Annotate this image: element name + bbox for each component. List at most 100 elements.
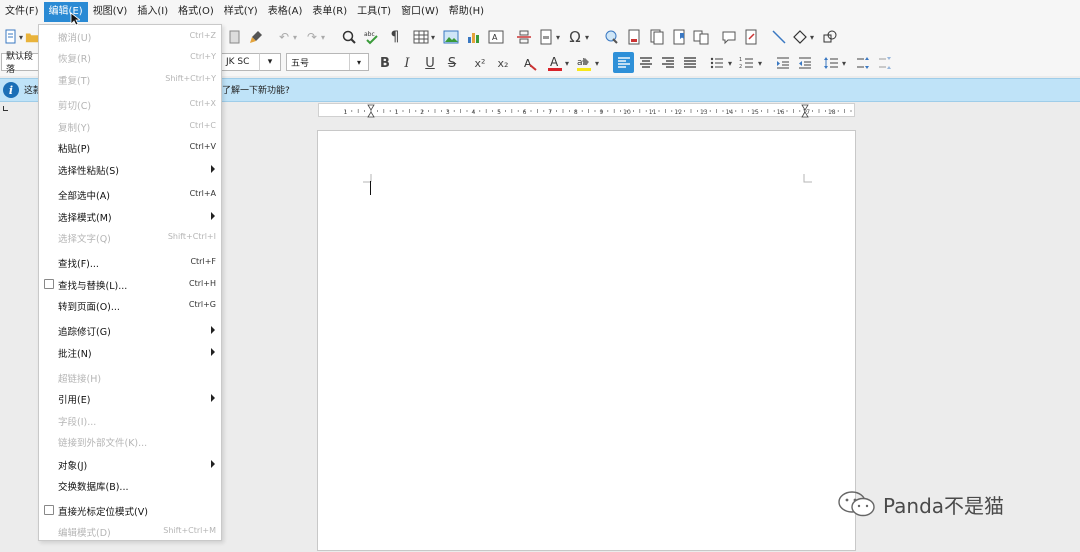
underline-icon[interactable]: U xyxy=(421,54,439,72)
paragraph-style-box[interactable]: 默认段落 xyxy=(1,52,41,75)
ruler-tick-label: 16 xyxy=(777,109,785,116)
insert-table-icon[interactable] xyxy=(412,28,430,46)
menu-item-1[interactable]: 编辑(E) xyxy=(43,2,88,22)
line-spacing-icon[interactable] xyxy=(822,54,840,72)
ruler-tick-label: 11 xyxy=(649,109,657,116)
insert-footnote-icon[interactable] xyxy=(625,28,643,46)
edit-menu-item[interactable]: 交换数据库(B)... xyxy=(39,475,221,495)
submenu-arrow-icon xyxy=(211,460,215,468)
align-right-icon[interactable] xyxy=(659,54,677,72)
formatting-marks-pilcrow-icon[interactable]: ¶ xyxy=(386,28,404,46)
insert-line-icon[interactable] xyxy=(770,28,788,46)
highlighting-dropdown-chevron-icon[interactable]: ▾ xyxy=(593,54,601,72)
edit-menu-item-label: 引用(E) xyxy=(58,395,91,406)
insert-cross-reference-icon[interactable] xyxy=(692,28,710,46)
insert-endnote-icon[interactable] xyxy=(648,28,666,46)
decrease-indent-icon[interactable] xyxy=(796,54,814,72)
edit-menu-item[interactable]: 对象(J) xyxy=(39,454,221,474)
justify-icon[interactable] xyxy=(681,54,699,72)
edit-menu-item[interactable]: 查找与替换(L)... Ctrl+H xyxy=(39,274,221,294)
edit-menu-item[interactable]: 全部选中(A) Ctrl+A xyxy=(39,184,221,204)
menu-item-10[interactable]: 帮助(H) xyxy=(444,2,489,22)
table-dropdown-chevron-icon[interactable]: ▾ xyxy=(429,28,437,46)
horizontal-ruler[interactable]: 1 1 2 3 4 5 6 7 8 9 10 11 12 13 14 15 16 17 18 xyxy=(318,103,855,118)
insert-bookmark-icon[interactable] xyxy=(670,28,688,46)
menu-item-3[interactable]: 插入(I) xyxy=(132,2,173,22)
field-dropdown-chevron-icon[interactable]: ▾ xyxy=(554,28,562,46)
align-left-icon[interactable] xyxy=(613,52,634,73)
clear-direct-formatting-icon[interactable]: A xyxy=(521,54,539,72)
edit-menu-item[interactable]: 选择模式(M) xyxy=(39,206,221,226)
decrease-paragraph-spacing-icon[interactable] xyxy=(876,54,894,72)
menu-item-5[interactable]: 样式(Y) xyxy=(219,2,263,22)
menu-item-4[interactable]: 格式(O) xyxy=(173,2,219,22)
shapes-dropdown-chevron-icon[interactable]: ▾ xyxy=(808,28,816,46)
menu-item-6[interactable]: 表格(A) xyxy=(263,2,308,22)
menu-checkbox-icon[interactable] xyxy=(44,505,54,515)
edit-menu-item[interactable]: 粘贴(P) Ctrl+V xyxy=(39,137,221,157)
ruler-tick-label: 4 xyxy=(471,109,475,116)
ruler-tick-label: 12 xyxy=(674,109,682,116)
ruler-tick-label: 3 xyxy=(446,109,450,116)
insert-page-break-icon[interactable] xyxy=(515,28,533,46)
font-size-box[interactable]: 五号 ▾ xyxy=(286,53,369,71)
spelling-check-icon[interactable]: abc xyxy=(363,28,381,46)
ruler-tick-label: 8 xyxy=(574,109,578,116)
unordered-list-icon[interactable] xyxy=(708,54,726,72)
edit-menu-item-label: 查找(F)... xyxy=(58,259,99,270)
draw-functions-icon[interactable] xyxy=(821,28,839,46)
increase-paragraph-spacing-icon[interactable] xyxy=(854,54,872,72)
menu-item-9[interactable]: 窗口(W) xyxy=(396,2,444,22)
menu-checkbox-icon[interactable] xyxy=(44,279,54,289)
align-center-icon[interactable] xyxy=(637,54,655,72)
edit-menu-item[interactable]: 批注(N) xyxy=(39,342,221,362)
special-character-dropdown-chevron-icon[interactable]: ▾ xyxy=(583,28,591,46)
edit-menu-item[interactable]: 追踪修订(G) xyxy=(39,320,221,340)
font-size-value: 五号 xyxy=(291,58,310,69)
menu-item-7[interactable]: 表单(R) xyxy=(307,2,352,22)
edit-menu-item[interactable]: 选择性粘贴(S) xyxy=(39,159,221,179)
ordered-list-dropdown-chevron-icon[interactable]: ▾ xyxy=(756,54,764,72)
insert-text-box-icon[interactable]: A xyxy=(487,28,505,46)
insert-image-icon[interactable] xyxy=(442,28,460,46)
subscript-icon[interactable]: x₂ xyxy=(494,54,512,72)
font-color-dropdown-chevron-icon[interactable]: ▾ xyxy=(563,54,571,72)
italic-icon[interactable]: I xyxy=(398,54,416,72)
paste-clone-icon[interactable] xyxy=(226,28,244,46)
edit-menu-item: 编辑模式(D) Shift+Ctrl+M xyxy=(39,521,221,541)
ordered-list-icon[interactable]: 12 xyxy=(738,54,756,72)
edit-menu-item[interactable]: 引用(E) xyxy=(39,388,221,408)
font-name-dropdown-chevron-icon[interactable]: ▾ xyxy=(259,53,281,71)
insert-comment-icon[interactable] xyxy=(720,28,738,46)
superscript-icon[interactable]: x² xyxy=(471,54,489,72)
track-changes-icon[interactable] xyxy=(742,28,760,46)
find-replace-icon[interactable] xyxy=(340,28,358,46)
highlighting-color-icon[interactable]: ab xyxy=(575,54,593,72)
insert-chart-icon[interactable] xyxy=(465,28,483,46)
edit-menu-item[interactable]: 查找(F)... Ctrl+F xyxy=(39,252,221,272)
edit-menu-item[interactable]: 直接光标定位模式(V) xyxy=(39,500,221,520)
menu-item-8[interactable]: 工具(T) xyxy=(352,2,396,22)
redo-dropdown-chevron-icon[interactable]: ▾ xyxy=(319,28,327,46)
unordered-list-dropdown-chevron-icon[interactable]: ▾ xyxy=(726,54,734,72)
clone-formatting-brush-icon[interactable] xyxy=(247,28,265,46)
document-page[interactable] xyxy=(317,130,856,551)
watermark-text: Panda不是猫 xyxy=(883,493,1005,518)
menu-item-2[interactable]: 视图(V) xyxy=(88,2,133,22)
line-spacing-dropdown-chevron-icon[interactable]: ▾ xyxy=(840,54,848,72)
edit-menu-item[interactable]: 转到页面(O)... Ctrl+G xyxy=(39,295,221,315)
undo-dropdown-chevron-icon[interactable]: ▾ xyxy=(291,28,299,46)
bold-icon[interactable]: B xyxy=(376,54,394,72)
new-dropdown-chevron-icon[interactable]: ▾ xyxy=(17,28,25,46)
menu-item-0[interactable]: 文件(F) xyxy=(0,2,44,22)
strikethrough-icon[interactable]: S xyxy=(443,54,461,72)
font-color-icon[interactable]: A xyxy=(546,54,564,72)
insert-special-character-omega-icon[interactable]: Ω xyxy=(566,28,584,46)
basic-shapes-diamond-icon[interactable] xyxy=(791,28,809,46)
insert-field-icon[interactable] xyxy=(537,28,555,46)
info-text-right[interactable]: 了解一下新功能? xyxy=(222,83,290,96)
increase-indent-icon[interactable] xyxy=(774,54,792,72)
open-folder-icon[interactable] xyxy=(25,28,39,46)
insert-hyperlink-globe-icon[interactable] xyxy=(603,28,621,46)
font-size-dropdown-chevron-icon[interactable]: ▾ xyxy=(349,54,368,70)
